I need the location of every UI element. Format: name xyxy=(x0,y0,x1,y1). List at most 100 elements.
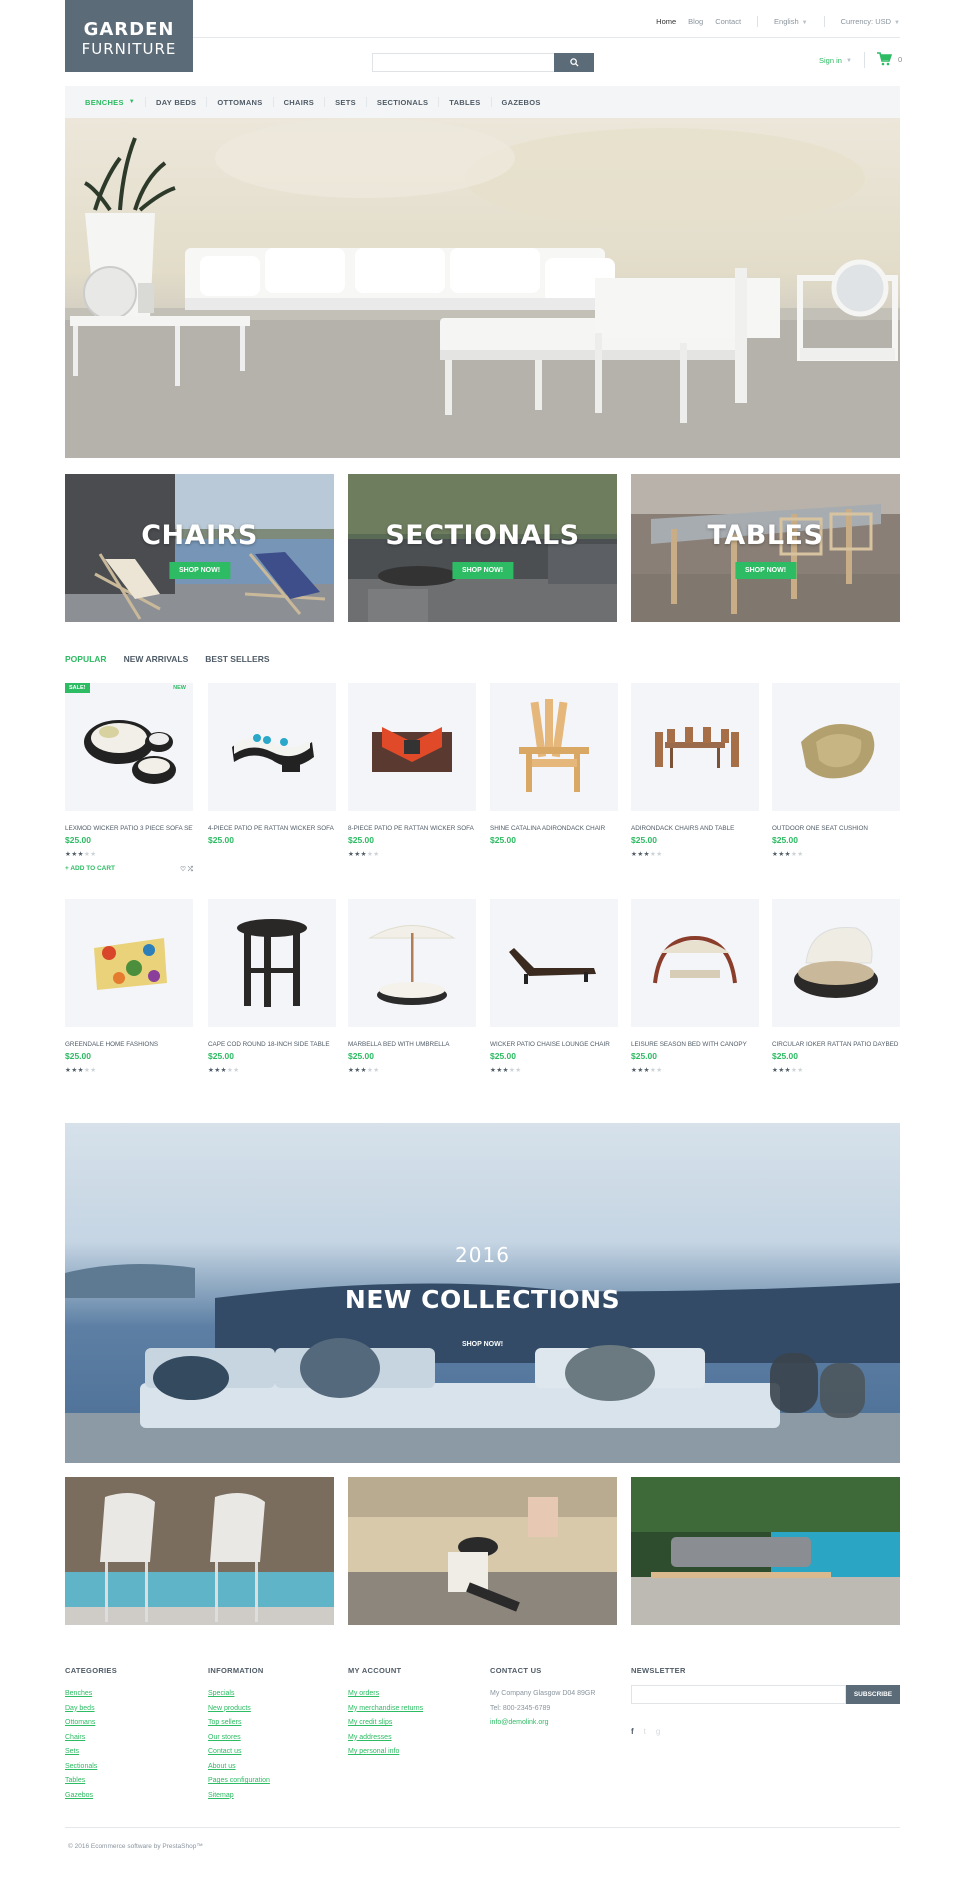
footer-link-gazebos[interactable]: Gazebos xyxy=(65,1789,117,1804)
signin-link[interactable]: Sign in ▼ xyxy=(819,56,852,65)
footer-link-my-credit-slips[interactable]: My credit slips xyxy=(348,1716,423,1731)
product-card[interactable]: MARBELLA BED WITH UMBRELLA $25.00 ★★★★★ xyxy=(348,899,476,1074)
footer-link-my-returns[interactable]: My merchandise returns xyxy=(348,1702,423,1717)
footer-link-sitemap[interactable]: Sitemap xyxy=(208,1789,270,1804)
heart-icon[interactable]: ♡ xyxy=(180,866,186,873)
product-image[interactable] xyxy=(348,683,476,811)
menu-item-sectionals[interactable]: SECTIONALS xyxy=(367,97,440,107)
currency-selector[interactable]: Currency: USD ▼ xyxy=(841,17,900,26)
promo-image-lounge[interactable] xyxy=(348,1477,617,1625)
product-image[interactable] xyxy=(772,899,900,1027)
footer-link-benches[interactable]: Benches xyxy=(65,1687,117,1702)
footer-link-sectionals[interactable]: Sectionals xyxy=(65,1760,117,1775)
tab-popular[interactable]: POPULAR xyxy=(65,654,107,664)
product-name[interactable]: GREENDALE HOME FASHIONS xyxy=(65,1041,193,1048)
footer-link-tables[interactable]: Tables xyxy=(65,1774,117,1789)
product-image[interactable] xyxy=(490,683,618,811)
cart-button[interactable]: 0 xyxy=(876,52,902,66)
product-name[interactable]: MARBELLA BED WITH UMBRELLA xyxy=(348,1041,476,1048)
product-name[interactable]: SHINE CATALINA ADIRONDACK CHAIR xyxy=(490,825,618,832)
product-tabs: POPULAR NEW ARRIVALS BEST SELLERS xyxy=(65,654,270,664)
category-banner-tables[interactable]: TABLES SHOP NOW! xyxy=(631,474,900,622)
product-image[interactable] xyxy=(208,683,336,811)
collection-banner[interactable]: 2016 NEW COLLECTIONS SHOP NOW! xyxy=(65,1123,900,1463)
product-name[interactable]: ADIRONDACK CHAIRS AND TABLE xyxy=(631,825,759,832)
product-card[interactable]: LEISURE SEASON BED WITH CANOPY $25.00 ★★… xyxy=(631,899,759,1074)
googleplus-icon[interactable]: g xyxy=(656,1727,660,1736)
search-button[interactable] xyxy=(554,53,594,72)
promo-image-chairs[interactable] xyxy=(65,1477,334,1625)
footer-link-pages-configuration[interactable]: Pages configuration xyxy=(208,1774,270,1789)
collection-shop-now-link[interactable]: SHOP NOW! xyxy=(65,1341,900,1348)
footer-link-my-personal-info[interactable]: My personal info xyxy=(348,1745,423,1760)
product-name[interactable]: LEXMOD WICKER PATIO 3 PIECE SOFA SET xyxy=(65,825,193,832)
product-card[interactable]: ADIRONDACK CHAIRS AND TABLE $25.00 ★★★★★ xyxy=(631,683,759,858)
product-name[interactable]: WICKER PATIO CHAISE LOUNGE CHAIR xyxy=(490,1041,618,1048)
newsletter-email-input[interactable] xyxy=(631,1685,846,1704)
menu-item-day-beds[interactable]: DAY BEDS xyxy=(146,97,208,107)
product-name[interactable]: 4-PIECE PATIO PE RATTAN WICKER SOFA xyxy=(208,825,336,832)
footer-link-new-products[interactable]: New products xyxy=(208,1702,270,1717)
product-name[interactable]: CIRCULAR IOKER RATTAN PATIO DAYBED xyxy=(772,1041,900,1048)
product-image[interactable] xyxy=(208,899,336,1027)
category-banner-chairs[interactable]: CHAIRS SHOP NOW! xyxy=(65,474,334,622)
footer-link-top-sellers[interactable]: Top sellers xyxy=(208,1716,270,1731)
menu-item-tables[interactable]: TABLES xyxy=(439,97,492,107)
subscribe-button[interactable]: SUBSCRIBE xyxy=(846,1685,900,1704)
footer-link-day-beds[interactable]: Day beds xyxy=(65,1702,117,1717)
topnav-home-link[interactable]: Home xyxy=(656,17,676,26)
shop-now-button[interactable]: SHOP NOW! xyxy=(734,562,797,579)
product-card[interactable]: OUTDOOR ONE SEAT CUSHION $25.00 ★★★★★ xyxy=(772,683,900,858)
product-card[interactable]: SHINE CATALINA ADIRONDACK CHAIR $25.00 xyxy=(490,683,618,845)
footer-link-ottomans[interactable]: Ottomans xyxy=(65,1716,117,1731)
product-image[interactable] xyxy=(348,899,476,1027)
footer-link-sets[interactable]: Sets xyxy=(65,1745,117,1760)
search-input[interactable] xyxy=(372,53,554,72)
product-card[interactable]: WICKER PATIO CHAISE LOUNGE CHAIR $25.00 … xyxy=(490,899,618,1074)
product-name[interactable]: CAPE COD ROUND 18-INCH SIDE TABLE xyxy=(208,1041,336,1048)
product-image[interactable] xyxy=(631,683,759,811)
footer-link-about-us[interactable]: About us xyxy=(208,1760,270,1775)
shop-now-button[interactable]: SHOP NOW! xyxy=(168,562,231,579)
product-card[interactable]: 8-PIECE PATIO PE RATTAN WICKER SOFA $25.… xyxy=(348,683,476,858)
menu-item-sets[interactable]: SETS xyxy=(325,97,367,107)
menu-item-benches[interactable]: BENCHES ▼ xyxy=(75,97,147,107)
menu-item-gazebos[interactable]: GAZEBOS xyxy=(492,97,551,107)
product-image[interactable] xyxy=(631,899,759,1027)
product-image[interactable] xyxy=(490,899,618,1027)
product-name[interactable]: LEISURE SEASON BED WITH CANOPY xyxy=(631,1041,759,1048)
product-card[interactable]: SALE! NEW LEXMOD WICKER PATIO 3 PIECE SO… xyxy=(65,683,193,874)
site-logo[interactable]: GARDEN FURNITURE xyxy=(65,0,193,72)
contact-email-link[interactable]: info@demolink.org xyxy=(490,1716,595,1731)
footer-link-chairs[interactable]: Chairs xyxy=(65,1731,117,1746)
footer-link-contact-us[interactable]: Contact us xyxy=(208,1745,270,1760)
hero-slider[interactable] xyxy=(65,118,900,458)
promo-image-pool[interactable] xyxy=(631,1477,900,1625)
tab-best-sellers[interactable]: BEST SELLERS xyxy=(205,654,269,664)
menu-item-ottomans[interactable]: OTTOMANS xyxy=(207,97,274,107)
facebook-icon[interactable]: f xyxy=(631,1727,634,1736)
product-image[interactable]: SALE! NEW xyxy=(65,683,193,811)
topnav-blog-link[interactable]: Blog xyxy=(688,17,703,26)
shop-now-button[interactable]: SHOP NOW! xyxy=(451,562,514,579)
product-card[interactable]: 4-PIECE PATIO PE RATTAN WICKER SOFA $25.… xyxy=(208,683,336,845)
product-card[interactable]: CAPE COD ROUND 18-INCH SIDE TABLE $25.00… xyxy=(208,899,336,1074)
footer-link-my-orders[interactable]: My orders xyxy=(348,1687,423,1702)
topnav-contact-link[interactable]: Contact xyxy=(715,17,741,26)
product-image[interactable] xyxy=(772,683,900,811)
product-card[interactable]: CIRCULAR IOKER RATTAN PATIO DAYBED $25.0… xyxy=(772,899,900,1074)
product-card[interactable]: GREENDALE HOME FASHIONS $25.00 ★★★★★ xyxy=(65,899,193,1074)
category-banner-sectionals[interactable]: SECTIONALS SHOP NOW! xyxy=(348,474,617,622)
product-image[interactable] xyxy=(65,899,193,1027)
twitter-icon[interactable]: t xyxy=(644,1727,646,1736)
product-name[interactable]: OUTDOOR ONE SEAT CUSHION xyxy=(772,825,900,832)
language-selector[interactable]: English ▼ xyxy=(774,17,808,26)
tab-new-arrivals[interactable]: NEW ARRIVALS xyxy=(124,654,189,664)
compare-icon[interactable]: ⤮ xyxy=(188,866,193,873)
product-name[interactable]: 8-PIECE PATIO PE RATTAN WICKER SOFA xyxy=(348,825,476,832)
footer-link-our-stores[interactable]: Our stores xyxy=(208,1731,270,1746)
add-to-cart-button[interactable]: + ADD TO CART xyxy=(65,865,115,874)
footer-link-specials[interactable]: Specials xyxy=(208,1687,270,1702)
menu-item-chairs[interactable]: CHAIRS xyxy=(274,97,326,107)
footer-link-my-addresses[interactable]: My addresses xyxy=(348,1731,423,1746)
